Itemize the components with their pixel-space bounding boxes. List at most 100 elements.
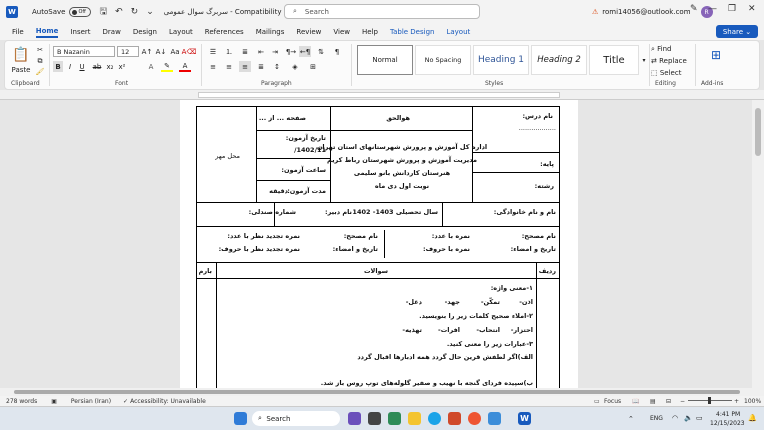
read-mode-icon[interactable]: 📖 xyxy=(632,398,639,405)
shading-icon[interactable]: ◈ xyxy=(289,61,301,72)
style-heading-1[interactable]: Heading 1 xyxy=(473,45,529,75)
store-icon[interactable] xyxy=(488,412,501,425)
clock-time[interactable]: 4:41 PM xyxy=(716,411,740,418)
styles-more-icon[interactable]: ▾ xyxy=(641,45,647,75)
notifications-icon[interactable]: 🔔 xyxy=(748,414,757,422)
zoom-level[interactable]: 100% xyxy=(744,398,761,405)
paste-icon[interactable]: 📋 xyxy=(11,45,31,65)
copy-icon[interactable]: ⧉ xyxy=(35,56,45,66)
grow-font-icon[interactable]: A↑ xyxy=(141,46,153,57)
font-color-icon[interactable]: A xyxy=(179,61,191,72)
underline-icon[interactable]: U xyxy=(77,61,87,72)
style-title[interactable]: Title xyxy=(589,45,639,75)
ruler-track[interactable] xyxy=(198,92,560,98)
accessibility-status[interactable]: Accessibility: Unavailable xyxy=(130,398,206,405)
wifi-icon[interactable]: ◠ xyxy=(672,414,678,422)
multilevel-list-icon[interactable]: ≣ xyxy=(239,46,251,57)
battery-icon[interactable]: ▭ xyxy=(696,414,703,422)
highlight-icon[interactable]: ✎ xyxy=(161,61,173,72)
tab-table-design[interactable]: Table Design xyxy=(390,28,435,36)
document-page[interactable]: صفحه ... از ... هوالحق نام درس: ........… xyxy=(180,100,578,390)
select-button[interactable]: ⬚ Select xyxy=(651,68,691,78)
align-right-icon[interactable]: ≡ xyxy=(239,61,251,72)
search-input[interactable]: ⌕ Search xyxy=(284,4,480,19)
clock-date[interactable]: 12/15/2023 xyxy=(710,420,745,427)
autosave-toggle[interactable]: Off xyxy=(69,7,92,17)
find-button[interactable]: ⌕ Find xyxy=(651,44,691,54)
align-center-icon[interactable]: ≡ xyxy=(223,61,235,72)
redo-icon[interactable]: ↻ xyxy=(131,7,139,17)
zoom-in-icon[interactable]: + xyxy=(734,398,739,405)
font-size-select[interactable]: 12 xyxy=(117,46,139,57)
clear-format-icon[interactable]: A⌫ xyxy=(182,46,197,57)
proofing-icon[interactable]: ▣ xyxy=(51,398,57,405)
tab-design[interactable]: Design xyxy=(133,28,157,36)
copilot-icon[interactable] xyxy=(348,412,361,425)
focus-button[interactable]: Focus xyxy=(604,398,621,405)
bold-icon[interactable]: B xyxy=(53,61,63,72)
minimize-icon[interactable]: — xyxy=(708,4,717,14)
tab-home[interactable]: Home xyxy=(35,27,59,38)
horizontal-scrollbar[interactable] xyxy=(0,388,764,396)
file-explorer-icon[interactable] xyxy=(408,412,421,425)
tab-layout[interactable]: Layout xyxy=(169,28,193,36)
volume-icon[interactable]: 🔈 xyxy=(684,414,693,422)
italic-icon[interactable]: I xyxy=(65,61,75,72)
align-left-icon[interactable]: ≡ xyxy=(207,61,219,72)
ltr-icon[interactable]: ¶→ xyxy=(285,46,297,57)
format-painter-icon[interactable]: 🖌 xyxy=(35,67,45,77)
zoom-out-icon[interactable]: − xyxy=(680,398,685,405)
show-marks-icon[interactable]: ¶ xyxy=(331,46,343,57)
bullets-icon[interactable]: ☰ xyxy=(207,46,219,57)
language-status[interactable]: Persian (Iran) xyxy=(71,398,111,405)
app-icon[interactable] xyxy=(448,412,461,425)
close-icon[interactable]: ✕ xyxy=(748,4,756,14)
tab-view[interactable]: View xyxy=(333,28,350,36)
edge-icon[interactable] xyxy=(428,412,441,425)
vertical-scroll-thumb[interactable] xyxy=(755,108,761,156)
paste-label[interactable]: Paste xyxy=(9,66,33,74)
tab-help[interactable]: Help xyxy=(362,28,378,36)
change-case-icon[interactable]: Aa xyxy=(169,46,181,57)
task-view-icon[interactable] xyxy=(368,412,381,425)
add-ins-icon[interactable]: ⊞ xyxy=(707,46,725,64)
borders-icon[interactable]: ⊞ xyxy=(307,61,319,72)
style-no-spacing[interactable]: No Spacing xyxy=(415,45,471,75)
shrink-font-icon[interactable]: A↓ xyxy=(155,46,167,57)
decrease-indent-icon[interactable]: ⇤ xyxy=(255,46,267,57)
justify-icon[interactable]: ≣ xyxy=(255,61,267,72)
undo-icon[interactable]: ↶ xyxy=(115,7,123,17)
line-spacing-icon[interactable]: ↕ xyxy=(271,61,283,72)
input-language[interactable]: ENG xyxy=(650,415,663,422)
share-button[interactable]: Share ⌄ xyxy=(716,25,758,38)
tab-mailings[interactable]: Mailings xyxy=(256,28,285,36)
tab-file[interactable]: File xyxy=(12,28,24,36)
app-icon[interactable] xyxy=(388,412,401,425)
rtl-icon[interactable]: ←¶ xyxy=(299,46,311,57)
style-heading-2[interactable]: Heading 2 xyxy=(531,45,587,75)
customize-toolbar-icon[interactable]: ⌄ xyxy=(146,7,154,17)
superscript-icon[interactable]: x² xyxy=(117,61,127,72)
cut-icon[interactable]: ✂ xyxy=(35,45,45,55)
style-normal[interactable]: Normal xyxy=(357,45,413,75)
save-icon[interactable]: 🖫 xyxy=(99,4,107,20)
font-name-select[interactable]: B Nazanin xyxy=(53,46,115,57)
vertical-scrollbar[interactable] xyxy=(752,100,764,390)
tab-draw[interactable]: Draw xyxy=(103,28,121,36)
word-count[interactable]: 278 words xyxy=(6,398,37,405)
tab-review[interactable]: Review xyxy=(296,28,321,36)
numbering-icon[interactable]: ⒈ xyxy=(223,46,235,57)
word-taskbar-icon[interactable]: W xyxy=(518,412,531,425)
horizontal-scroll-thumb[interactable] xyxy=(14,390,740,394)
replace-button[interactable]: ⇄ Replace xyxy=(651,56,691,66)
zoom-slider-thumb[interactable] xyxy=(708,397,711,404)
sort-icon[interactable]: ⇅ xyxy=(315,46,327,57)
strikethrough-icon[interactable]: ab xyxy=(91,61,103,72)
taskbar-search[interactable]: ⌕ Search xyxy=(252,411,340,426)
chrome-icon[interactable] xyxy=(468,412,481,425)
tab-insert[interactable]: Insert xyxy=(70,28,90,36)
tab-references[interactable]: References xyxy=(205,28,244,36)
maximize-icon[interactable]: ❐ xyxy=(728,4,736,14)
tab-table-layout[interactable]: Layout xyxy=(446,28,470,36)
tray-chevron-icon[interactable]: ⌃ xyxy=(628,415,634,423)
